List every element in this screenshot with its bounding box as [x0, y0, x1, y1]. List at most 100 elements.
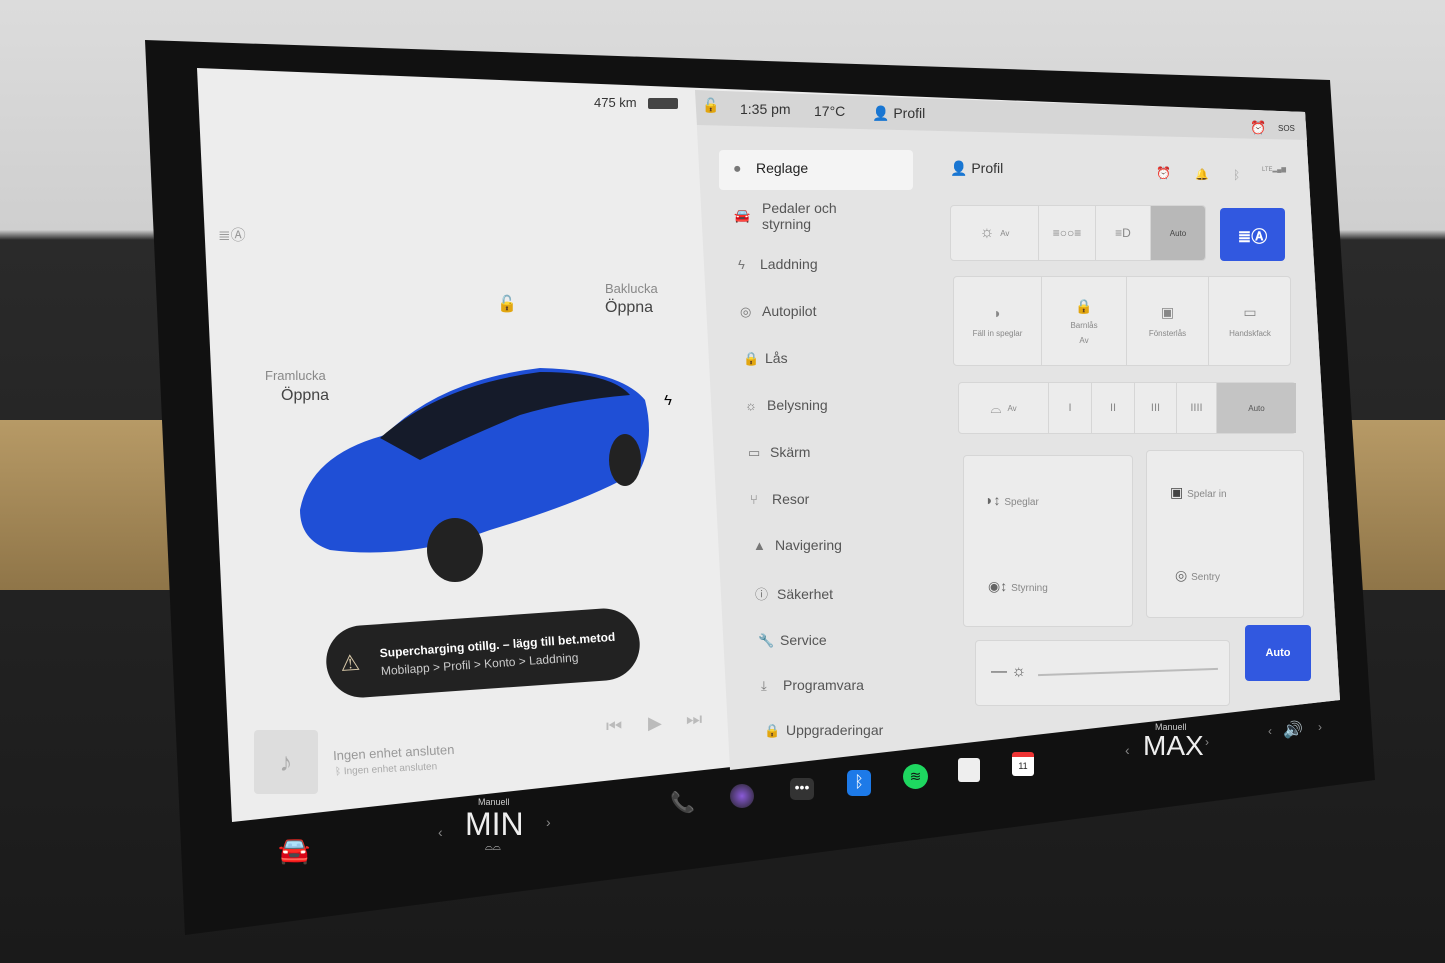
toggle-icon: ⏺	[734, 161, 741, 176]
lights-control: ☼ Av ≡○○≡ ≡D Auto	[950, 205, 1206, 261]
more-apps-icon[interactable]: •••	[790, 778, 814, 800]
steering-adjust-button[interactable]: ◉↕ Styrning	[988, 578, 1048, 595]
menu-item-uppgraderingar[interactable]: 🔒 Uppgraderingar	[764, 722, 883, 739]
left-temp-decrease[interactable]: ‹	[438, 824, 443, 840]
car-icon[interactable]: 🚘	[278, 835, 310, 866]
left-temp-increase[interactable]: ›	[546, 814, 551, 830]
menu-item-resor[interactable]: ⑂ Resor	[750, 491, 809, 507]
safety-icon: ⓘ	[755, 587, 769, 602]
wipers-off-button[interactable]: ⌓ Av	[959, 383, 1049, 433]
play-button[interactable]: ▶	[648, 713, 662, 734]
spotify-icon[interactable]: ≋	[903, 764, 928, 789]
charge-port-icon[interactable]: ϟ	[664, 392, 672, 409]
wiper-control: ⌓ Av I II III IIII Auto	[958, 382, 1296, 434]
display-icon: ▭	[748, 445, 761, 460]
alarm-icon[interactable]: ⏰	[1250, 120, 1266, 136]
low-beam-button[interactable]: ≡D	[1096, 206, 1151, 260]
glovebox-button[interactable]: ▭ Handskfack	[1209, 277, 1291, 365]
menu-item-navigering[interactable]: ▲ Navigering	[753, 537, 842, 553]
wiper-speed-4[interactable]: IIII	[1177, 383, 1217, 433]
quick-controls: ◗ Fäll in speglar 🔒 Barnlås Av ▣ Fönsterlås …	[953, 276, 1291, 366]
volume-increase[interactable]: ›	[1318, 720, 1322, 734]
menu-item-sakerhet[interactable]: ⓘ Säkerhet	[755, 584, 833, 603]
bag-icon: 🔒	[764, 723, 781, 738]
menu-item-laddning[interactable]: ϟ Laddning	[738, 256, 818, 272]
fold-mirrors-button[interactable]: ◗ Fäll in speglar	[954, 277, 1042, 365]
menu-item-belysning[interactable]: ☼ Belysning	[745, 397, 828, 413]
lte-signal-icon: LTE▂▄▆	[1262, 167, 1287, 173]
volume-decrease[interactable]: ‹	[1268, 724, 1272, 738]
bolt-icon: ϟ	[738, 257, 745, 272]
adjust-tiles	[963, 455, 1133, 627]
volume-icon[interactable]: 🔊	[1283, 720, 1303, 740]
auto-high-beam-button[interactable]: ≣Ⓐ	[1220, 208, 1285, 261]
menu-item-pedaler[interactable]: 🚘 Pedaler och styrning	[734, 200, 854, 232]
camera-tiles	[1146, 450, 1304, 618]
wipers-auto-button[interactable]: Auto	[1217, 383, 1296, 433]
sos-icon[interactable]: SOS	[1278, 124, 1295, 133]
sentry-icon: ◎	[1175, 567, 1192, 583]
battery-icon	[648, 98, 678, 109]
menu-item-las[interactable]: 🔒 Lås	[743, 350, 788, 367]
mirrors-adjust-button[interactable]: ◗↕ Speglar	[985, 492, 1039, 508]
brightness-auto-button[interactable]: Auto	[1245, 625, 1311, 681]
wiper-speed-2[interactable]: II	[1092, 383, 1135, 433]
range-readout: 475 km	[594, 95, 637, 110]
clock: 1:35 pm	[740, 101, 791, 117]
wrench-icon: 🔧	[758, 633, 775, 648]
menu-item-service[interactable]: 🔧 Service	[758, 632, 827, 649]
dashcam-button[interactable]: ▣ Spelar in	[1170, 484, 1227, 501]
left-climate-value[interactable]: MIN	[465, 806, 524, 843]
trunk-open-button[interactable]: Öppna	[605, 299, 653, 317]
menu-item-reglage[interactable]: ⏺ Reglage	[734, 160, 808, 177]
child-lock-button[interactable]: 🔒 Barnlås Av	[1042, 277, 1127, 365]
right-climate-value[interactable]: MAX	[1143, 730, 1204, 762]
bluetooth-icon[interactable]: ᛒ	[1233, 168, 1240, 182]
lock-status-icon[interactable]: 🔓	[702, 97, 719, 114]
next-track-button[interactable]: ⏭	[686, 709, 702, 730]
lock-icon: 🔒	[743, 351, 760, 366]
trunk-label: Baklucka	[605, 281, 658, 296]
low-beam-icon: ≡D	[1115, 226, 1131, 240]
right-temp-increase[interactable]: ›	[1205, 735, 1209, 749]
child-lock-icon: 🔒	[1075, 297, 1093, 314]
parking-lights-icon: ≡○○≡	[1052, 226, 1082, 240]
wiper-speed-1[interactable]: I	[1049, 383, 1092, 433]
bell-icon[interactable]: 🔔	[1195, 168, 1209, 181]
lights-off-button[interactable]: ☼ Av	[951, 206, 1039, 260]
right-temp-decrease[interactable]: ‹	[1125, 742, 1130, 758]
glovebox-icon: ▭	[1243, 304, 1257, 320]
profile-button[interactable]: 👤 Profil	[872, 105, 925, 122]
phone-icon[interactable]: 📞	[670, 790, 695, 815]
previous-track-button[interactable]: ⏮	[606, 716, 622, 737]
notes-icon[interactable]	[958, 758, 980, 782]
calendar-icon[interactable]: 11	[1012, 752, 1034, 776]
window-lock-button[interactable]: ▣ Fönsterlås	[1127, 277, 1209, 365]
dashcam-icon: ▣	[1170, 484, 1188, 500]
brightness-slider[interactable]	[1038, 667, 1218, 677]
bluetooth-app-icon[interactable]: ᛒ	[847, 770, 871, 796]
temperature: 17°C	[814, 103, 846, 119]
defrost-icon[interactable]: ⌓⌓	[485, 842, 501, 853]
wiper-icon: ⌓	[990, 399, 1002, 416]
lights-auto-button[interactable]: Auto	[1151, 206, 1206, 260]
parking-lights-button[interactable]: ≡○○≡	[1039, 206, 1096, 260]
steering-wheel-icon: ◎	[740, 304, 752, 319]
car-icon: 🚘	[734, 208, 751, 223]
car-lock-icon[interactable]: 🔓	[497, 294, 517, 314]
camera-app-icon[interactable]	[730, 784, 754, 808]
profile-label: Profil	[893, 105, 926, 121]
mirror-icon: ◗	[993, 304, 1002, 321]
auto-headlight-icon[interactable]: ≣Ⓐ	[218, 224, 246, 245]
brightness-control: — ☼	[975, 640, 1230, 706]
sentry-button[interactable]: ◎ Sentry	[1175, 567, 1220, 584]
wiper-speed-3[interactable]: III	[1135, 383, 1177, 433]
mirror-adjust-icon: ◗↕	[985, 492, 1005, 508]
panel-profile[interactable]: 👤 Profil	[950, 160, 1003, 177]
alarm-icon[interactable]: ⏰	[1156, 166, 1171, 180]
music-note-icon: ♪	[254, 730, 318, 794]
menu-item-skarm[interactable]: ▭ Skärm	[748, 444, 810, 461]
menu-item-programvara[interactable]: ⤓ Programvara	[761, 677, 864, 694]
car-image	[300, 368, 649, 582]
menu-item-autopilot[interactable]: ◎ Autopilot	[740, 303, 816, 320]
